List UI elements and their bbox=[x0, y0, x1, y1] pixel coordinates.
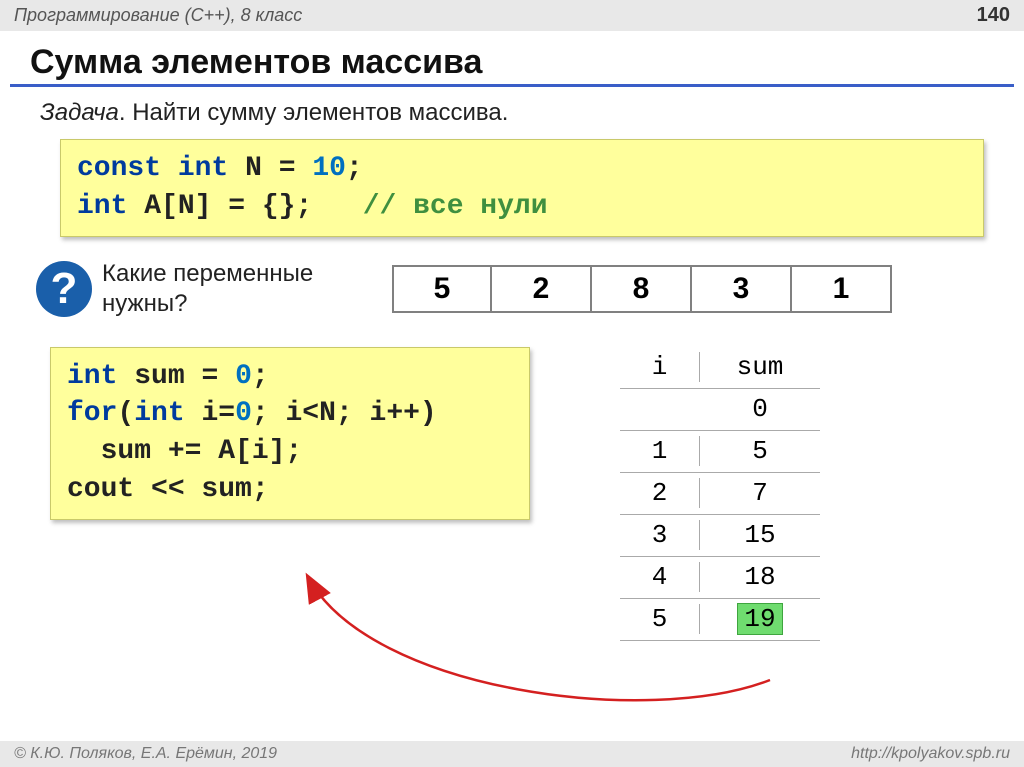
code-block-sum: int sum = 0; for(int i=0; i<N; i++) sum … bbox=[50, 347, 530, 520]
array-cell: 3 bbox=[692, 265, 792, 313]
kw-int: int bbox=[178, 153, 228, 184]
title-underline bbox=[10, 84, 1014, 87]
code-line: sum += A[i]; bbox=[67, 433, 513, 471]
highlight-result: 19 bbox=[737, 603, 782, 635]
course-label: Программирование (C++), 8 класс bbox=[14, 5, 302, 26]
th-sum: sum bbox=[700, 352, 820, 382]
copyright: © К.Ю. Поляков, Е.А. Ерёмин, 2019 bbox=[14, 745, 277, 763]
lower-row: int sum = 0; for(int i=0; i<N; i++) sum … bbox=[0, 347, 1024, 641]
eq: = bbox=[279, 153, 296, 184]
th-i: i bbox=[620, 352, 700, 382]
trace-row: 5 19 bbox=[620, 599, 820, 641]
task-text: . Найти сумму элементов массива. bbox=[119, 99, 509, 126]
task-label: Задача bbox=[40, 99, 119, 126]
trace-row: 0 bbox=[620, 389, 820, 431]
code-block-declaration: const int N = 10; int A[N] = {}; // все … bbox=[60, 139, 984, 237]
task-line: Задача. Найти сумму элементов массива. bbox=[0, 95, 1024, 139]
kw-int: int bbox=[77, 191, 127, 222]
code-line: cout << sum; bbox=[67, 471, 513, 509]
code-line-1: const int N = 10; bbox=[77, 150, 967, 188]
trace-row: 4 18 bbox=[620, 557, 820, 599]
slide-footer: © К.Ю. Поляков, Е.А. Ерёмин, 2019 http:/… bbox=[0, 741, 1024, 767]
page-number: 140 bbox=[977, 4, 1010, 27]
code-line-2: int A[N] = {}; // все нули bbox=[77, 188, 967, 226]
kw-const: const bbox=[77, 153, 161, 184]
array-cell: 2 bbox=[492, 265, 592, 313]
array-row: 5 2 8 3 1 bbox=[392, 265, 892, 313]
comment-zeros: // все нули bbox=[363, 191, 548, 222]
trace-row: 1 5 bbox=[620, 431, 820, 473]
val-10: 10 bbox=[312, 153, 346, 184]
arr-decl: A[N] = {}; bbox=[144, 191, 312, 222]
array-cell: 8 bbox=[592, 265, 692, 313]
question-row: ? Какие переменные нужны? 5 2 8 3 1 bbox=[36, 259, 1024, 319]
array-cell: 1 bbox=[792, 265, 892, 313]
array-cell: 5 bbox=[392, 265, 492, 313]
var-n: N bbox=[245, 153, 262, 184]
code-line: for(int i=0; i<N; i++) bbox=[67, 395, 513, 433]
trace-row: 3 15 bbox=[620, 515, 820, 557]
trace-table: i sum 0 1 5 2 7 3 15 4 18 5 19 bbox=[620, 347, 820, 641]
semi: ; bbox=[346, 153, 363, 184]
trace-row: 2 7 bbox=[620, 473, 820, 515]
final-sum-cell: 19 bbox=[700, 603, 820, 635]
footer-url: http://kpolyakov.spb.ru bbox=[851, 745, 1010, 763]
question-text: Какие переменные нужны? bbox=[102, 259, 362, 319]
trace-header: i sum bbox=[620, 347, 820, 389]
question-mark-icon: ? bbox=[36, 261, 92, 317]
code-line: int sum = 0; bbox=[67, 358, 513, 396]
slide-title: Сумма элементов массива bbox=[0, 31, 1024, 84]
slide-header: Программирование (C++), 8 класс 140 bbox=[0, 0, 1024, 31]
